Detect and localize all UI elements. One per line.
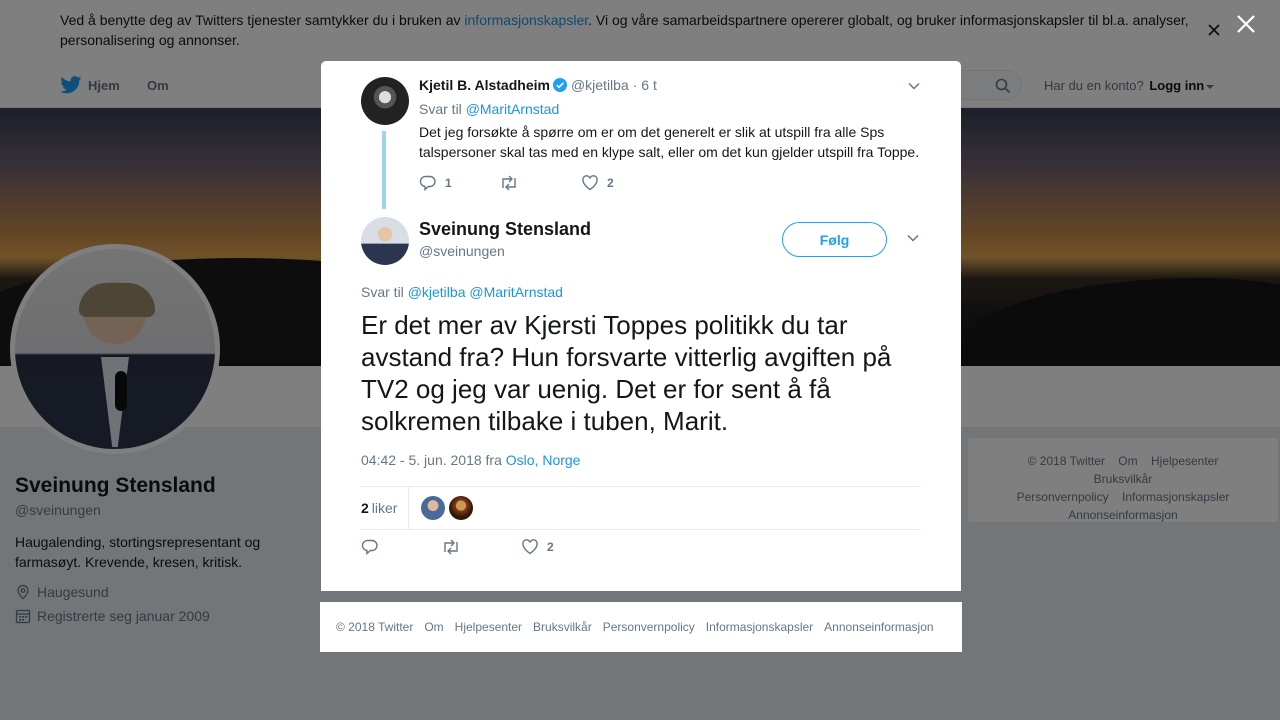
tweet-text: Det jeg forsøkte å spørre om er om det g…	[419, 124, 920, 160]
retweet-icon	[502, 175, 516, 191]
reply-icon	[361, 539, 378, 556]
modal-close-button[interactable]	[1234, 12, 1258, 36]
chevron-down-icon[interactable]	[907, 79, 921, 93]
reply-button[interactable]: 1	[419, 174, 499, 192]
heart-icon	[522, 539, 538, 555]
reply-icon	[419, 175, 436, 192]
close-icon	[1237, 15, 1255, 33]
chevron-down-icon[interactable]	[906, 231, 920, 245]
tweet-location-link[interactable]: Oslo, Norge	[506, 452, 581, 468]
mention-link[interactable]: @MaritArnstad	[469, 284, 563, 300]
thread-line	[382, 131, 386, 209]
retweet-icon	[444, 539, 458, 555]
reply-context: Svar til @kjetilba @MaritArnstad	[361, 284, 563, 300]
heart-icon	[582, 175, 598, 191]
author-handle[interactable]: @kjetilba	[571, 77, 629, 93]
mention-link[interactable]: @MaritArnstad	[466, 101, 560, 117]
tweet-stats: 2 liker	[361, 486, 921, 530]
footer-link-terms[interactable]: Bruksvilkår	[533, 620, 592, 634]
footer-link-cookies[interactable]: Informasjonskapsler	[706, 620, 813, 634]
mention-link[interactable]: @kjetilba	[408, 284, 466, 300]
tweet-header: Kjetil B. Alstadheim @kjetilba · 6 t	[419, 77, 921, 93]
reply-context: Svar til @MaritArnstad	[419, 101, 560, 117]
author-name[interactable]: Sveinung Stensland	[419, 219, 591, 240]
author-name[interactable]: Kjetil B. Alstadheim	[419, 77, 550, 93]
avatar[interactable]	[361, 77, 409, 125]
retweet-button[interactable]	[499, 174, 581, 192]
like-count: 2	[607, 176, 614, 190]
tweet-timestamp: 04:42 - 5. jun. 2018 fra Oslo, Norge	[361, 452, 581, 468]
author-handle[interactable]: @sveinungen	[419, 243, 505, 259]
like-count: 2	[547, 540, 554, 554]
verified-badge-icon	[552, 78, 567, 92]
like-button[interactable]: 2	[581, 174, 614, 192]
tweet-text: Er det mer av Kjersti Toppes politikk du…	[361, 310, 892, 436]
footer-copyright: © 2018 Twitter	[336, 620, 414, 634]
reply-count: 1	[445, 176, 452, 190]
likers-list	[421, 496, 477, 520]
footer-link-about[interactable]: Om	[424, 620, 443, 634]
avatar[interactable]	[361, 217, 409, 265]
reply-button[interactable]	[361, 538, 441, 556]
tweet-actions: 2	[361, 538, 554, 556]
tweet-time[interactable]: · 6 t	[633, 77, 657, 93]
avatar[interactable]	[449, 496, 473, 520]
footer-link-ads[interactable]: Annonseinformasjon	[824, 620, 933, 634]
avatar[interactable]	[421, 496, 445, 520]
like-button[interactable]: 2	[521, 538, 554, 556]
tweet-modal: Kjetil B. Alstadheim @kjetilba · 6 t Sva…	[321, 61, 961, 591]
follow-button[interactable]: Følg	[782, 222, 887, 257]
likes-count[interactable]: 2 liker	[361, 487, 409, 529]
tweet-actions: 1 2	[419, 174, 921, 192]
footer-link-privacy[interactable]: Personvernpolicy	[603, 620, 695, 634]
retweet-button[interactable]	[441, 538, 521, 556]
modal-footer: © 2018 Twitter Om Hjelpesenter Bruksvilk…	[320, 602, 962, 652]
footer-link-help[interactable]: Hjelpesenter	[455, 620, 522, 634]
